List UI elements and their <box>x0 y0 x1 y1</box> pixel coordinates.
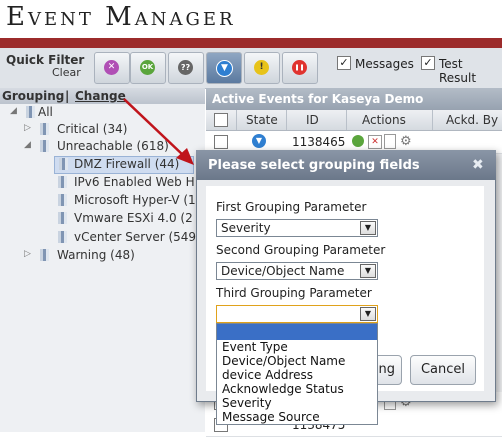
first-grouping-value: Severity <box>221 221 271 235</box>
second-grouping-label: Second Grouping Parameter <box>216 243 386 257</box>
first-grouping-label: First Grouping Parameter <box>216 200 367 214</box>
chevron-down-icon[interactable]: ▼ <box>360 307 376 321</box>
dropdown-option[interactable]: Severity <box>222 396 272 410</box>
dropdown-option[interactable]: Acknowledge Status <box>222 382 344 396</box>
dropdown-option[interactable]: Device/Object Name <box>222 354 345 368</box>
grouping-dialog-titlebar[interactable]: Please select grouping fields <box>196 150 496 180</box>
dropdown-option[interactable]: Event Type <box>222 340 288 354</box>
third-grouping-label: Third Grouping Parameter <box>216 286 372 300</box>
second-grouping-select[interactable]: Device/Object Name ▼ <box>216 262 378 280</box>
first-grouping-select[interactable]: Severity ▼ <box>216 219 378 237</box>
ok-button-label: ng <box>378 362 396 377</box>
grouping-dialog-title: Please select grouping fields <box>208 158 420 173</box>
chevron-down-icon[interactable]: ▼ <box>360 264 376 278</box>
cancel-button[interactable]: Cancel <box>410 355 476 385</box>
chevron-down-icon[interactable]: ▼ <box>360 221 376 235</box>
dropdown-option[interactable]: Message Source <box>222 410 320 424</box>
third-grouping-select[interactable]: ▼ <box>216 305 378 323</box>
close-icon[interactable]: ✖ <box>472 157 484 173</box>
third-grouping-dropdown-list[interactable]: Event Type Device/Object Name device Add… <box>216 323 378 425</box>
second-grouping-value: Device/Object Name <box>221 264 345 278</box>
dropdown-empty-option-selected[interactable] <box>217 324 377 340</box>
dropdown-option[interactable]: device Address <box>222 368 313 382</box>
